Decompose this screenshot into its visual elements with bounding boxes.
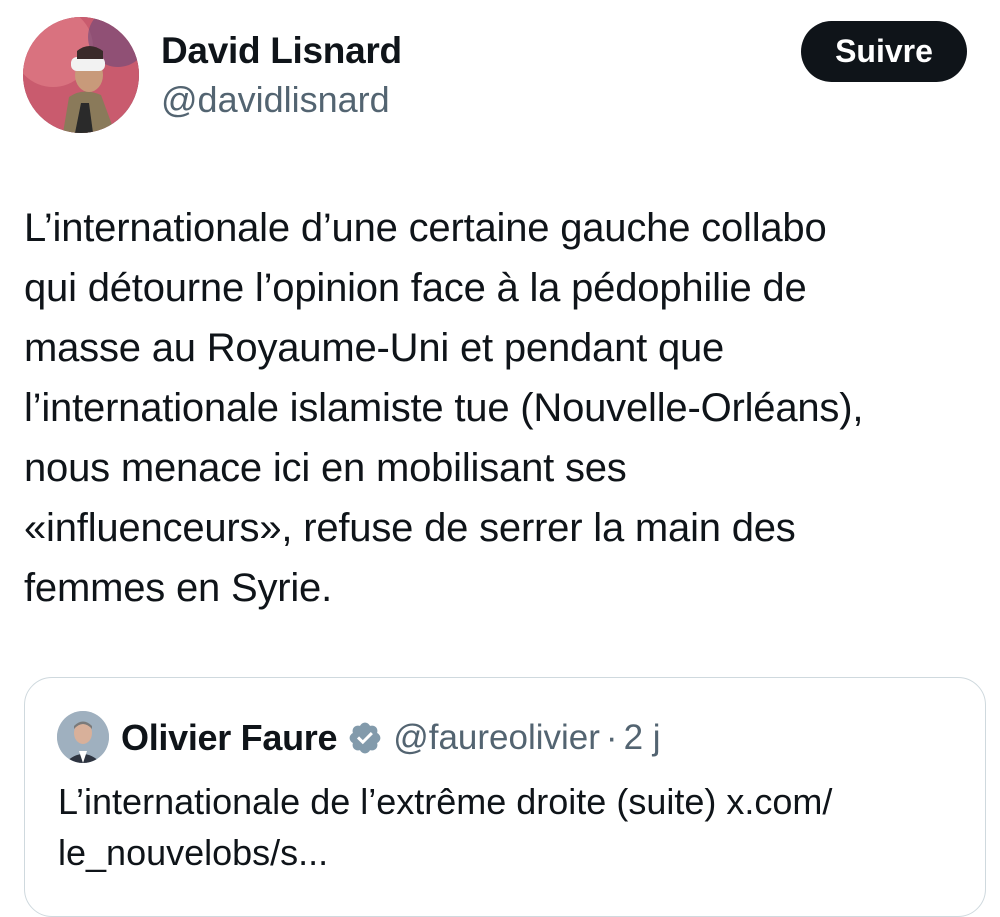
quoted-author-name[interactable]: Olivier Faure [121,717,338,759]
separator-dot: · [605,718,618,757]
quoted-text: L’internationale de l’extrême droite (su… [58,781,833,873]
author-name[interactable]: David Lisnard [161,30,402,72]
tweet-text: L’internationale d’une certaine gauche c… [24,206,864,610]
verified-badge-icon [347,720,383,756]
author-avatar[interactable] [23,17,139,133]
quoted-author-avatar[interactable] [57,711,109,763]
quoted-tweet[interactable]: Olivier Faure @faureolivier · 2 j L’inte… [24,677,986,917]
author-avatar-image [23,17,139,133]
quoted-author-avatar-image [57,711,109,763]
quoted-author-handle[interactable]: @faureolivier [393,718,600,758]
author-handle[interactable]: @davidlisnard [161,79,390,121]
tweet-header: David Lisnard @davidlisnard Suivre [0,0,1000,150]
quoted-timestamp[interactable]: 2 j [624,718,661,758]
follow-button[interactable]: Suivre [801,21,967,82]
quoted-header: Olivier Faure @faureolivier · 2 j [121,716,661,760]
